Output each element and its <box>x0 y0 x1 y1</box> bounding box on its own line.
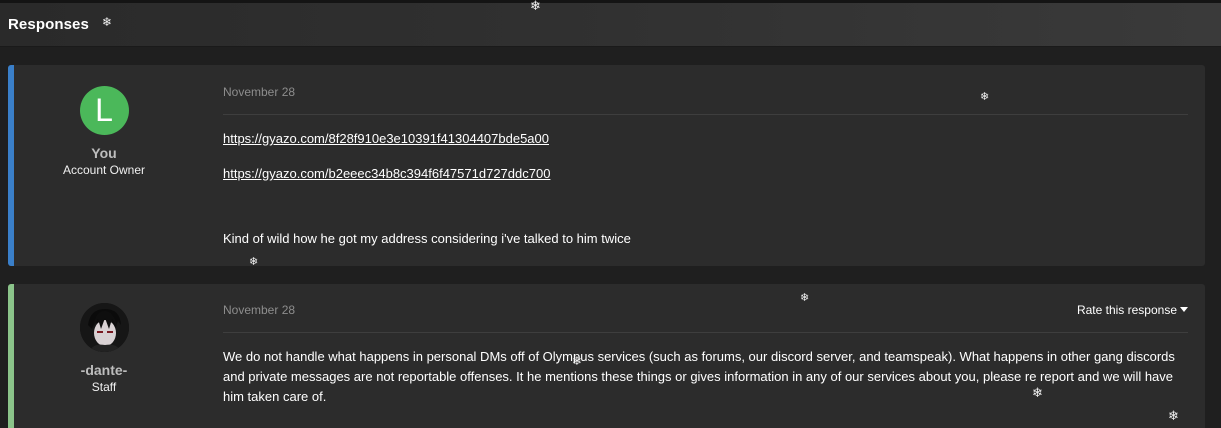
author-block: L You Account Owner <box>14 86 194 177</box>
snowflake-icon: ❄ <box>800 291 810 304</box>
response-card-owner: L You Account Owner November 28 https://… <box>8 65 1205 266</box>
page-title: Responses <box>8 16 89 33</box>
response-text: Kind of wild how he got my address consi… <box>223 231 631 246</box>
rate-response-dropdown[interactable]: Rate this response <box>1077 303 1188 317</box>
anime-avatar-icon[interactable] <box>79 303 129 352</box>
author-role: Staff <box>91 380 117 394</box>
response-content: November 28 https://gyazo.com/8f28f910e3… <box>223 85 1188 249</box>
avatar[interactable]: L <box>79 86 129 135</box>
snowflake-icon: ❄ <box>1032 386 1043 401</box>
author-name[interactable]: -dante- <box>14 362 194 378</box>
response-content: November 28 Rate this response We do not… <box>223 303 1188 407</box>
author-block: -dante- Staff <box>14 303 194 394</box>
response-link-2[interactable]: https://gyazo.com/b2eeec34b8c394f6f47571… <box>223 166 550 181</box>
divider <box>223 114 1188 115</box>
caret-down-icon <box>1180 307 1188 313</box>
response-date: November 28 <box>223 85 296 99</box>
divider <box>223 332 1188 333</box>
rate-response-label: Rate this response <box>1076 303 1177 317</box>
response-link-1[interactable]: https://gyazo.com/8f28f910e3e10391f41304… <box>223 131 549 146</box>
response-text: We do not handle what happens in persona… <box>223 349 1175 404</box>
response-card-staff: -dante- Staff November 28 Rate this resp… <box>8 284 1205 428</box>
snowflake-icon: ❄ <box>980 90 990 103</box>
responses-header: Responses <box>0 3 1221 47</box>
author-role: Account Owner <box>62 163 146 177</box>
responses-page: Responses L You Account Owner November 2… <box>0 0 1221 428</box>
snowflake-icon: ❄ <box>1168 409 1179 424</box>
snowflake-icon: ❄ <box>530 0 541 14</box>
snowflake-icon: ❄ <box>572 354 583 368</box>
snowflake-icon: ❄ <box>249 255 259 268</box>
author-name[interactable]: You <box>14 145 194 161</box>
response-date: November 28 <box>223 303 296 317</box>
snowflake-icon: ❄ <box>102 15 113 29</box>
